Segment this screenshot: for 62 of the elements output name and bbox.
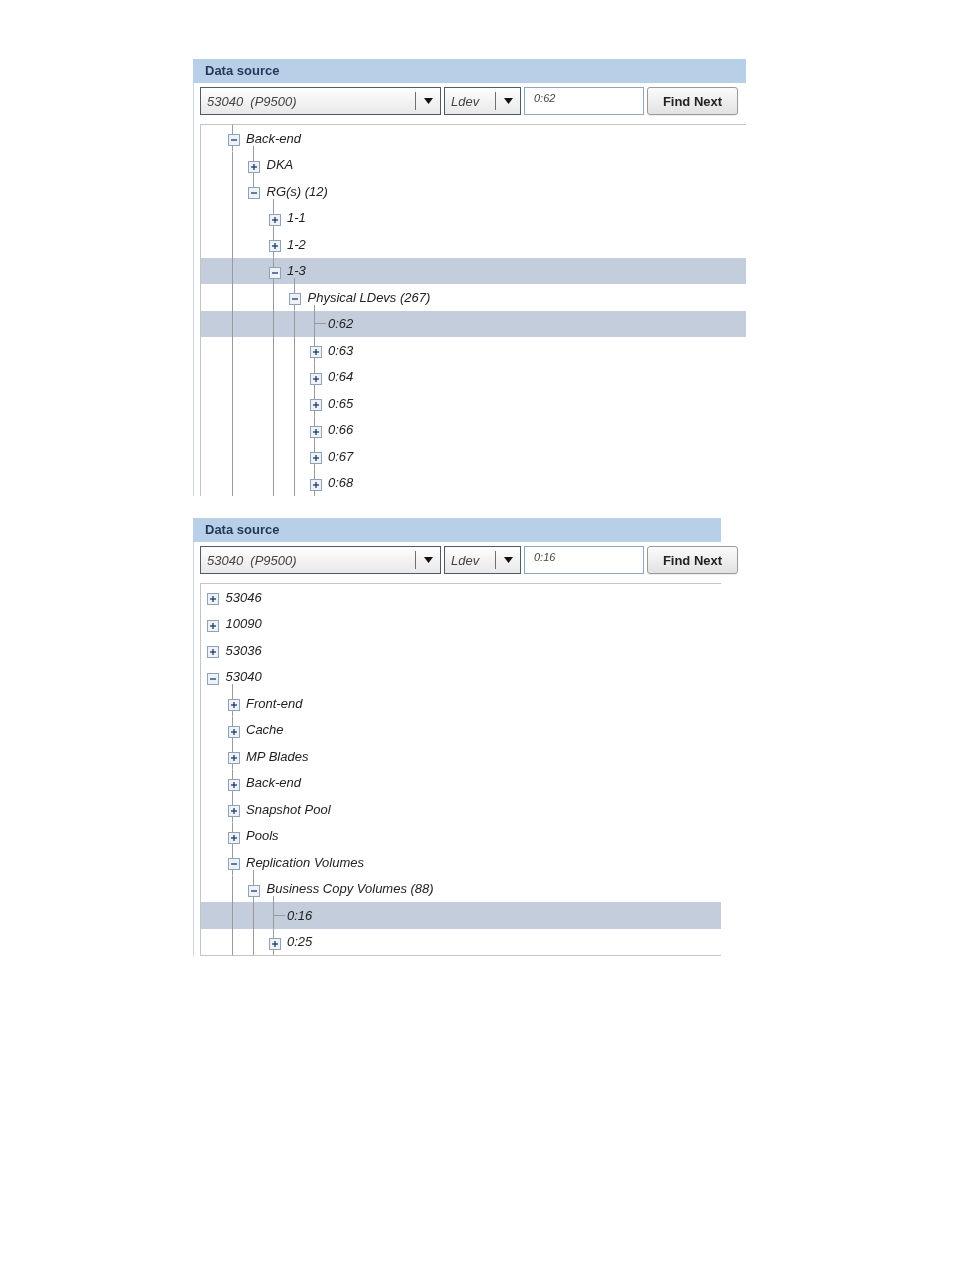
minus-box-icon[interactable]	[248, 884, 261, 897]
plus-box-icon[interactable]	[309, 372, 322, 385]
plus-box-icon[interactable]	[268, 213, 281, 226]
caret-down-icon[interactable]	[503, 98, 513, 104]
find-next-button[interactable]: Find Next	[647, 546, 738, 574]
tree-row[interactable]: Snapshot Pool	[201, 796, 721, 823]
panel-header: Data source	[193, 518, 721, 542]
tree-row[interactable]: 1-3	[201, 257, 746, 284]
tree-row[interactable]: 0:25	[201, 928, 721, 955]
find-next-button[interactable]: Find Next	[647, 87, 738, 115]
tree-row[interactable]: 0:66	[201, 416, 746, 443]
plus-box-icon[interactable]	[309, 425, 322, 438]
source-dropdown[interactable]: 53040 (P9500)	[200, 546, 441, 574]
type-dropdown[interactable]: Ldev	[444, 546, 521, 574]
minus-box-icon[interactable]	[268, 266, 281, 279]
search-field[interactable]: 0:62	[524, 87, 644, 115]
tree-row[interactable]: 1-2	[201, 231, 746, 258]
plus-box-icon[interactable]	[227, 699, 240, 712]
plus-box-icon[interactable]	[207, 619, 220, 632]
tree-row[interactable]: 0:16	[201, 902, 721, 929]
tree-row[interactable]: 0:67	[201, 443, 746, 470]
plus-box-icon[interactable]	[309, 452, 322, 465]
search-field[interactable]: 0:16	[524, 546, 644, 574]
minus-box-icon[interactable]	[289, 293, 302, 306]
plus-box-icon[interactable]	[207, 646, 220, 659]
plus-box-icon[interactable]	[309, 346, 322, 359]
tree-row[interactable]: 0:64	[201, 363, 746, 390]
caret-down-icon[interactable]	[423, 557, 433, 563]
tree-row[interactable]: Front-end	[201, 690, 721, 717]
tree-row[interactable]: Cache	[201, 716, 721, 743]
tree-row[interactable]: DKA	[201, 151, 746, 178]
plus-box-icon[interactable]	[309, 399, 322, 412]
plus-box-icon[interactable]	[227, 778, 240, 791]
minus-box-icon[interactable]	[248, 187, 261, 200]
plus-box-icon[interactable]	[227, 752, 240, 765]
tree-row[interactable]: 10090	[201, 610, 721, 637]
tree-row[interactable]: MP Blades	[201, 743, 721, 770]
minus-box-icon[interactable]	[227, 858, 240, 871]
tree-row[interactable]: 53036	[201, 637, 721, 664]
tree-row[interactable]: 53046	[201, 584, 721, 611]
caret-down-icon[interactable]	[503, 557, 513, 563]
type-dropdown[interactable]: Ldev	[444, 87, 521, 115]
source-dropdown[interactable]: 53040 (P9500)	[200, 87, 441, 115]
tree-row[interactable]: Pools	[201, 822, 721, 849]
plus-box-icon[interactable]	[227, 805, 240, 818]
panel-header: Data source	[193, 59, 746, 83]
plus-box-icon[interactable]	[309, 478, 322, 491]
tree-row[interactable]: 1-1	[201, 204, 746, 231]
caret-down-icon[interactable]	[423, 98, 433, 104]
tree-row[interactable]: 0:62	[201, 310, 746, 337]
plus-box-icon[interactable]	[248, 160, 261, 173]
plus-box-icon[interactable]	[268, 240, 281, 253]
tree-row[interactable]: 0:65	[201, 390, 746, 417]
plus-box-icon[interactable]	[227, 831, 240, 844]
minus-box-icon[interactable]	[207, 672, 220, 685]
plus-box-icon[interactable]	[227, 725, 240, 738]
tree-row[interactable]: 0:68	[201, 469, 746, 496]
tree-row[interactable]: 0:63	[201, 337, 746, 364]
minus-box-icon[interactable]	[227, 134, 240, 147]
plus-box-icon[interactable]	[207, 593, 220, 606]
tree-row[interactable]: Back-end	[201, 769, 721, 796]
plus-box-icon[interactable]	[268, 937, 281, 950]
